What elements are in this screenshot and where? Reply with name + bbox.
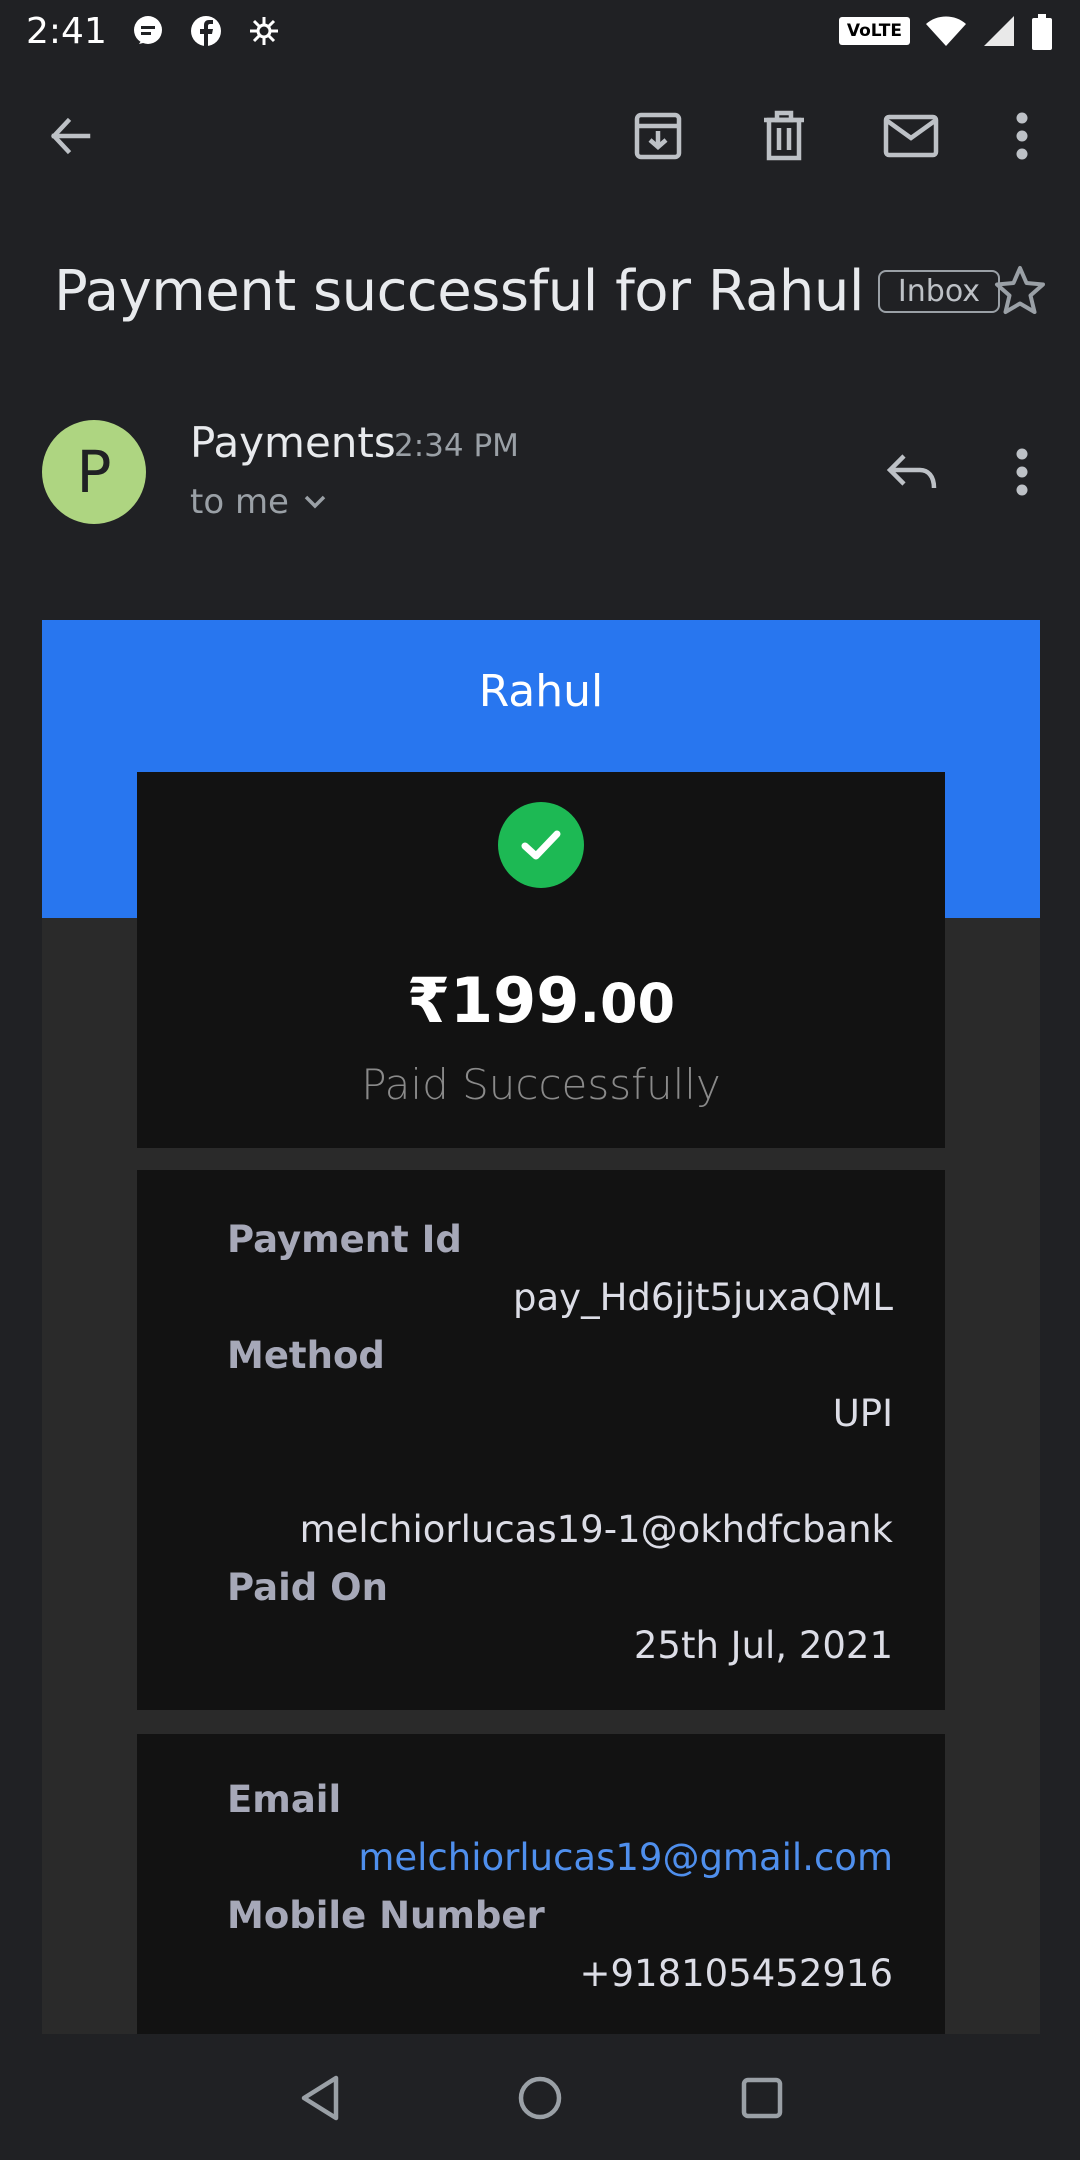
more-vert-icon — [1016, 448, 1028, 496]
email-toolbar — [0, 100, 1080, 172]
mark-unread-icon — [883, 114, 939, 158]
amount-card: ₹199.00 Paid Successfully — [137, 772, 945, 1148]
payment-details-card: Payment Id pay_Hd6jjt5juxaQML Method UPI… — [137, 1170, 945, 1710]
payment-status: Paid Successfully — [361, 1060, 721, 1109]
recipient-text: to me — [190, 482, 289, 522]
more-vert-icon — [1016, 112, 1028, 160]
more-options-button[interactable] — [986, 100, 1058, 172]
status-time: 2:41 — [26, 10, 107, 52]
system-nav-bar — [0, 2034, 1080, 2160]
reply-icon — [886, 454, 937, 489]
email-link[interactable]: melchiorlucas19@gmail.com — [358, 1836, 893, 1879]
status-right: VoLTE — [838, 14, 1054, 50]
delete-button[interactable] — [748, 100, 820, 172]
status-bar: 2:41 VoLTE — [0, 0, 1080, 62]
sender-avatar[interactable]: P — [42, 420, 146, 524]
payment-id-value: pay_Hd6jjt5juxaQML — [513, 1276, 893, 1319]
nav-back-button[interactable] — [284, 2062, 356, 2134]
star-button[interactable] — [984, 254, 1056, 326]
amount-decimal: .00 — [579, 972, 676, 1035]
nav-recents-button[interactable] — [726, 2062, 798, 2134]
mobile-label: Mobile Number — [227, 1894, 545, 1937]
status-left: 2:41 — [26, 11, 281, 52]
battery-icon — [1030, 14, 1054, 50]
nav-home-button[interactable] — [504, 2062, 576, 2134]
trash-icon — [764, 110, 804, 161]
email-label: Email — [227, 1778, 342, 1821]
back-button[interactable] — [34, 100, 106, 172]
messaging-icon — [131, 14, 165, 48]
message-more-button[interactable] — [986, 436, 1058, 508]
contact-details-card: Email melchiorlucas19@gmail.com Mobile N… — [137, 1734, 945, 2034]
star-icon — [995, 266, 1045, 314]
nav-back-icon — [301, 2075, 339, 2121]
sender-name: Payments — [190, 418, 396, 467]
paid-on-value: 25th Jul, 2021 — [633, 1624, 893, 1667]
subject-row: Payment successful for Rahul Inbox — [54, 256, 1054, 326]
reply-button[interactable] — [876, 436, 948, 508]
payment-id-label: Payment Id — [227, 1218, 462, 1261]
nav-recents-icon — [741, 2077, 783, 2119]
method-label: Method — [227, 1334, 385, 1377]
paid-on-label: Paid On — [227, 1566, 388, 1609]
back-arrow-icon — [50, 117, 91, 155]
chevron-down-icon — [304, 495, 326, 509]
signal-icon — [982, 14, 1016, 48]
archive-icon — [634, 112, 682, 160]
amount-main: ₹199 — [406, 964, 580, 1037]
success-check-icon — [498, 802, 584, 888]
recipient-details-toggle[interactable]: to me — [190, 482, 327, 522]
email-body: Rahul ₹199.00 Paid Successfully Payment … — [42, 620, 1040, 2034]
amount: ₹199.00 — [137, 964, 945, 1037]
email-subject: Payment successful for Rahul — [54, 258, 864, 324]
payer-name: Rahul — [478, 666, 604, 717]
cult-icon — [247, 14, 281, 48]
archive-button[interactable] — [622, 100, 694, 172]
inbox-label-chip[interactable]: Inbox — [877, 269, 1001, 313]
mobile-value[interactable]: +918105452916 — [580, 1952, 894, 1995]
method-value: UPI — [832, 1392, 893, 1435]
mark-unread-button[interactable] — [875, 100, 947, 172]
volte-badge: VoLTE — [838, 17, 910, 45]
sent-time: 2:34 PM — [394, 428, 519, 464]
wifi-icon — [924, 14, 968, 48]
nav-home-icon — [518, 2076, 562, 2120]
upi-id-value: melchiorlucas19-1@okhdfcbank — [299, 1508, 893, 1551]
facebook-icon — [189, 14, 223, 48]
